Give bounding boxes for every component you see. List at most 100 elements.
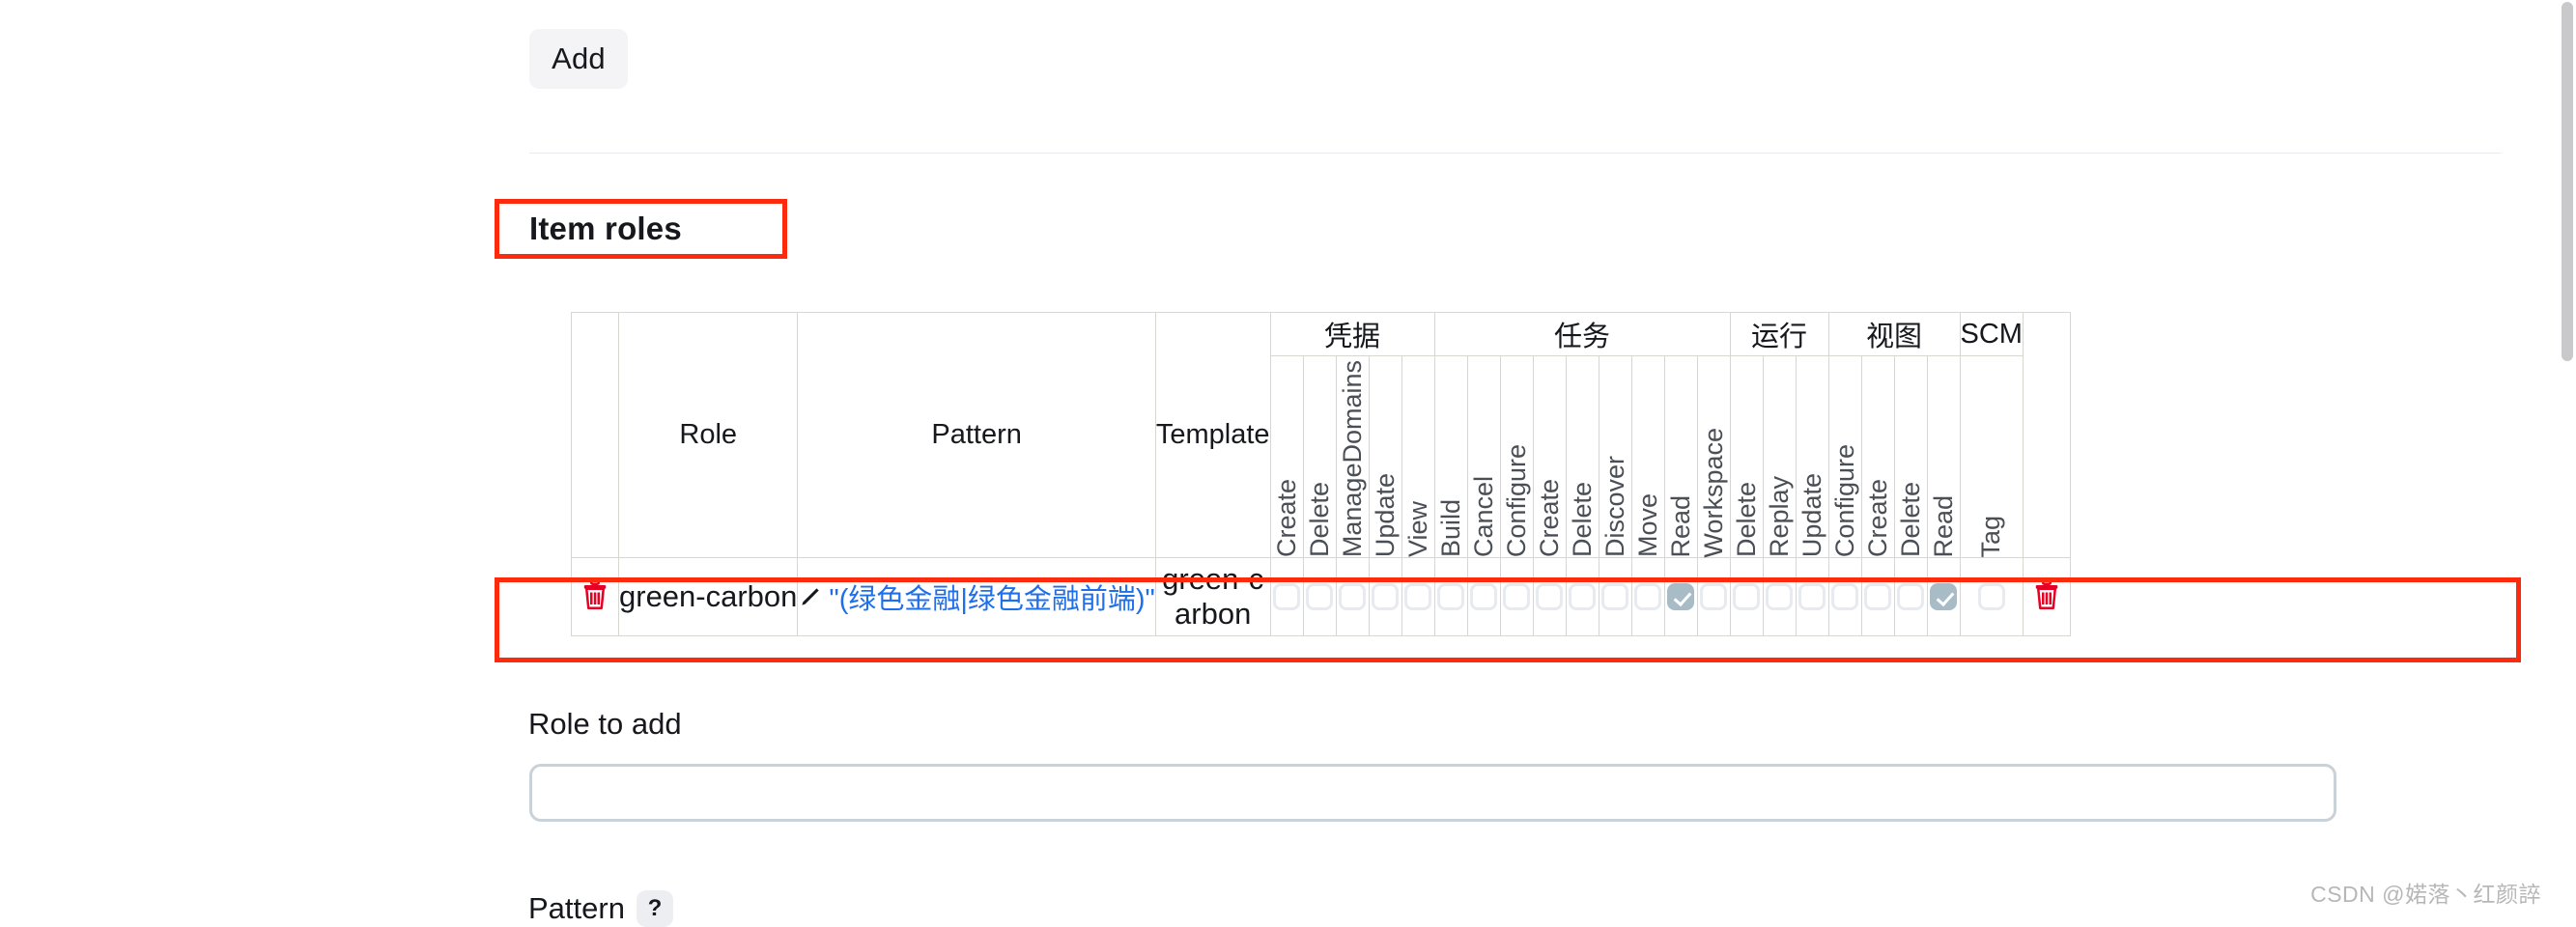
- permission-header-label: Configure: [1501, 444, 1531, 558]
- checkbox-unchecked[interactable]: [1536, 583, 1564, 611]
- group-header-0: 凭据: [1269, 312, 1435, 356]
- permission-cell-Delete[interactable]: [1565, 557, 1599, 637]
- permission-cell-Read[interactable]: [1926, 557, 1961, 637]
- permission-header-任务-Configure: Configure: [1499, 354, 1534, 559]
- column-header-pattern: Pattern: [797, 311, 1156, 559]
- permission-header-运行-Delete: Delete: [1729, 354, 1764, 559]
- permission-header-任务-Workspace: Workspace: [1696, 354, 1731, 559]
- checkbox-unchecked[interactable]: [1503, 583, 1531, 611]
- permission-header-label: Delete: [1567, 482, 1597, 558]
- permission-header-任务-Read: Read: [1663, 354, 1698, 559]
- trash-icon-right[interactable]: [2022, 557, 2071, 637]
- permission-header-label: Delete: [1895, 482, 1925, 558]
- table-head: Role Pattern Template 凭据 任务 运行 视图 SCM Create…: [571, 311, 2071, 559]
- trash-glyph: [2035, 578, 2058, 609]
- checkbox-unchecked[interactable]: [1766, 583, 1794, 611]
- role-to-add-input[interactable]: [529, 764, 2336, 822]
- trash-icon[interactable]: [571, 557, 619, 637]
- permission-header-label: Configure: [1829, 444, 1859, 558]
- checkbox-checked[interactable]: [1667, 583, 1695, 611]
- checkbox-unchecked[interactable]: [1977, 583, 2005, 611]
- checkbox-unchecked[interactable]: [1569, 583, 1597, 611]
- page-title: Item roles: [529, 211, 682, 246]
- permission-header-任务-Move: Move: [1630, 354, 1665, 559]
- permission-cell-Cancel[interactable]: [1466, 557, 1501, 637]
- checkbox-unchecked[interactable]: [1864, 583, 1892, 611]
- checkbox-unchecked[interactable]: [1700, 583, 1728, 611]
- permission-cell-Configure[interactable]: [1827, 557, 1862, 637]
- permission-header-凭据-Delete: Delete: [1302, 354, 1337, 559]
- checkbox-unchecked[interactable]: [1372, 583, 1400, 611]
- permission-cell-Tag[interactable]: [1959, 557, 2024, 637]
- checkbox-unchecked[interactable]: [1733, 583, 1761, 611]
- checkbox-unchecked[interactable]: [1470, 583, 1498, 611]
- checkbox-unchecked[interactable]: [1404, 583, 1432, 611]
- permission-header-label: Replay: [1764, 476, 1794, 558]
- permission-cell-Workspace[interactable]: [1696, 557, 1731, 637]
- section-divider: [529, 153, 2502, 154]
- pencil-icon[interactable]: [798, 584, 823, 617]
- checkbox-unchecked[interactable]: [1601, 583, 1629, 611]
- permission-header-凭据-Update: Update: [1368, 354, 1402, 559]
- permission-cell-Create[interactable]: [1532, 557, 1567, 637]
- checkbox-unchecked[interactable]: [1831, 583, 1859, 611]
- permission-header-视图-Configure: Configure: [1827, 354, 1862, 559]
- permission-header-任务-Discover: Discover: [1598, 354, 1632, 559]
- permission-cell-Update[interactable]: [1368, 557, 1402, 637]
- checkbox-checked[interactable]: [1930, 583, 1958, 611]
- permission-cell-Delete[interactable]: [1302, 557, 1337, 637]
- page-scrollbar-track[interactable]: [2559, 0, 2576, 916]
- pattern-value[interactable]: "(绿色金融|绿色金融前端)": [829, 584, 1154, 615]
- permission-header-SCM-Tag: Tag: [1959, 354, 2024, 559]
- checkbox-unchecked[interactable]: [1634, 583, 1662, 611]
- permission-header-label: Read: [1928, 494, 1958, 558]
- add-button[interactable]: Add: [529, 29, 628, 89]
- group-header-spacer-delete: [571, 311, 619, 559]
- table-row: green-carbon "(绿色金融|绿色金融前端)" green-carbon: [571, 557, 2071, 637]
- permission-header-label: Delete: [1304, 482, 1334, 558]
- checkbox-unchecked[interactable]: [1798, 583, 1826, 611]
- trash-glyph: [583, 578, 607, 609]
- permission-header-凭据-Create: Create: [1269, 354, 1304, 559]
- help-icon[interactable]: ?: [636, 890, 673, 927]
- permission-cell-Create[interactable]: [1860, 557, 1895, 637]
- permission-header-label: Workspace: [1698, 427, 1728, 558]
- item-roles-table-wrapper: Role Pattern Template 凭据 任务 运行 视图 SCM Create…: [571, 311, 2071, 637]
- column-header-template: Template: [1154, 311, 1271, 559]
- watermark: CSDN @婼落丶红颜誶: [2310, 882, 2541, 907]
- permission-cell-Update[interactable]: [1795, 557, 1829, 637]
- column-header-role: Role: [617, 311, 799, 559]
- checkbox-unchecked[interactable]: [1437, 583, 1465, 611]
- permission-header-label: Create: [1271, 479, 1301, 558]
- permission-cell-Read[interactable]: [1663, 557, 1698, 637]
- checkbox-unchecked[interactable]: [1339, 583, 1367, 611]
- permission-cell-Configure[interactable]: [1499, 557, 1534, 637]
- group-header-row: Role Pattern Template 凭据 任务 运行 视图 SCM: [571, 311, 2071, 559]
- checkbox-unchecked[interactable]: [1306, 583, 1334, 611]
- permission-cell-Discover[interactable]: [1598, 557, 1632, 637]
- permission-cell-Create[interactable]: [1269, 557, 1304, 637]
- table-body: green-carbon "(绿色金融|绿色金融前端)" green-carbon: [571, 557, 2071, 637]
- permission-header-label: Cancel: [1468, 476, 1498, 558]
- permission-header-凭据-ManageDomains: ManageDomains: [1335, 354, 1370, 559]
- permission-cell-View[interactable]: [1401, 557, 1435, 637]
- permission-header-label: Create: [1862, 479, 1892, 558]
- pattern-label-text: Pattern: [528, 891, 625, 925]
- permission-cell-Delete[interactable]: [1729, 557, 1764, 637]
- permission-header-label: Delete: [1731, 482, 1761, 558]
- checkbox-unchecked[interactable]: [1273, 583, 1301, 611]
- pattern-field-label: Pattern ?: [528, 890, 673, 927]
- cell-template: green-carbon: [1154, 557, 1271, 637]
- permission-cell-ManageDomains[interactable]: [1335, 557, 1370, 637]
- permission-cell-Delete[interactable]: [1893, 557, 1928, 637]
- permission-header-运行-Replay: Replay: [1762, 354, 1797, 559]
- permission-header-label: Tag: [1976, 515, 2006, 558]
- permission-cell-Replay[interactable]: [1762, 557, 1797, 637]
- role-to-add-label: Role to add: [528, 707, 682, 741]
- permission-header-label: Create: [1534, 479, 1564, 558]
- checkbox-unchecked[interactable]: [1897, 583, 1925, 611]
- permission-cell-Build[interactable]: [1433, 557, 1468, 637]
- page-scrollbar-thumb[interactable]: [2562, 2, 2573, 361]
- permission-header-任务-Create: Create: [1532, 354, 1567, 559]
- permission-cell-Move[interactable]: [1630, 557, 1665, 637]
